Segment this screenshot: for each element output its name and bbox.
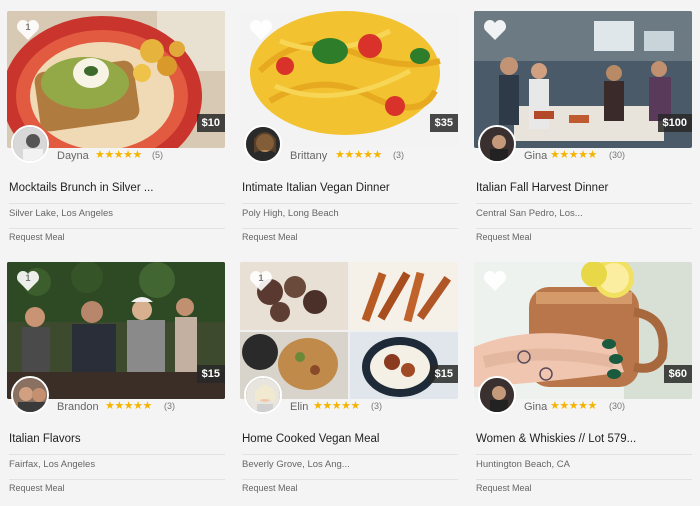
meal-title[interactable]: Italian Fall Harvest Dinner <box>476 182 608 194</box>
meal-title[interactable]: Italian Flavors <box>9 433 81 445</box>
favorite-heart-icon[interactable] <box>483 270 507 292</box>
review-count: (3) <box>393 150 404 160</box>
host-avatar[interactable] <box>11 125 49 163</box>
meal-location: Beverly Grove, Los Ang... <box>242 459 350 470</box>
host-name[interactable]: Gina <box>524 150 547 162</box>
request-meal-link[interactable]: Request Meal <box>242 232 298 242</box>
review-count: (5) <box>152 150 163 160</box>
divider <box>242 454 458 455</box>
request-meal-link[interactable]: Request Meal <box>9 232 65 242</box>
price-badge: $100 <box>657 114 692 132</box>
favorite-count: 1 <box>25 22 31 32</box>
divider <box>242 203 458 204</box>
price-badge: $15 <box>196 365 225 383</box>
meal-location: Central San Pedro, Los... <box>476 208 583 219</box>
favorite-count: 1 <box>25 273 31 283</box>
host-name[interactable]: Gina <box>524 401 547 413</box>
request-meal-link[interactable]: Request Meal <box>476 483 532 493</box>
meal-location: Fairfax, Los Angeles <box>9 459 96 470</box>
meal-location: Silver Lake, Los Angeles <box>9 208 114 219</box>
favorite-count: 1 <box>258 273 264 283</box>
review-count: (30) <box>609 150 626 160</box>
divider <box>476 479 692 480</box>
review-count: (30) <box>609 401 626 411</box>
divider <box>9 203 225 204</box>
divider <box>9 479 225 480</box>
divider <box>9 228 225 229</box>
price-badge: $10 <box>196 114 225 132</box>
divider <box>476 203 692 204</box>
rating-stars: ★★★★★ <box>335 149 382 161</box>
price-badge: $35 <box>429 114 458 132</box>
divider <box>476 228 692 229</box>
review-count: (3) <box>164 401 175 411</box>
host-avatar[interactable] <box>244 125 282 163</box>
price-badge: $15 <box>429 365 458 383</box>
host-name[interactable]: Brandon <box>57 401 99 413</box>
meal-location: Poly High, Long Beach <box>242 208 339 219</box>
divider <box>242 228 458 229</box>
favorite-heart-icon[interactable] <box>249 19 273 41</box>
host-name[interactable]: Brittany <box>290 150 327 162</box>
meal-title[interactable]: Home Cooked Vegan Meal <box>242 433 379 445</box>
meal-location: Huntington Beach, CA <box>476 459 571 470</box>
price-badge: $60 <box>663 365 692 383</box>
request-meal-link[interactable]: Request Meal <box>242 483 298 493</box>
host-avatar[interactable] <box>478 376 516 414</box>
rating-stars: ★★★★★ <box>313 400 360 412</box>
divider <box>476 454 692 455</box>
meal-title[interactable]: Women & Whiskies // Lot 579... <box>476 433 636 445</box>
host-avatar[interactable] <box>244 376 282 414</box>
divider <box>242 479 458 480</box>
rating-stars: ★★★★★ <box>105 400 152 412</box>
meal-title[interactable]: Intimate Italian Vegan Dinner <box>242 182 390 194</box>
review-count: (3) <box>371 401 382 411</box>
host-avatar[interactable] <box>478 125 516 163</box>
request-meal-link[interactable]: Request Meal <box>9 483 65 493</box>
host-name[interactable]: Elin <box>290 401 308 413</box>
request-meal-link[interactable]: Request Meal <box>476 232 532 242</box>
divider <box>9 454 225 455</box>
rating-stars: ★★★★★ <box>550 400 597 412</box>
host-name[interactable]: Dayna <box>57 150 89 162</box>
rating-stars: ★★★★★ <box>95 149 142 161</box>
meal-title[interactable]: Mocktails Brunch in Silver ... <box>9 182 153 194</box>
rating-stars: ★★★★★ <box>550 149 597 161</box>
host-avatar[interactable] <box>11 376 49 414</box>
favorite-heart-icon[interactable] <box>483 19 507 41</box>
